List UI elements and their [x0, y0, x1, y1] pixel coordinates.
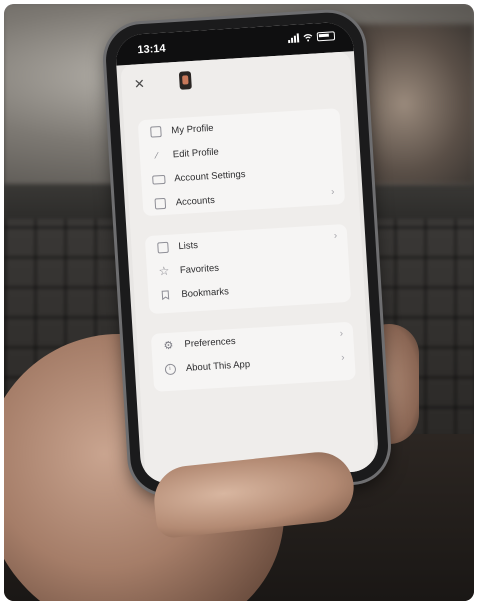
settings-card-icon — [151, 172, 166, 187]
menu-group-app: ⚙ Preferences › i About This App › — [150, 321, 356, 392]
menu-item-label: Edit Profile — [172, 146, 220, 160]
wifi-icon — [303, 33, 313, 42]
status-icons — [288, 31, 336, 44]
menu-item-label: Lists — [178, 239, 199, 252]
menu-item-label: Favorites — [179, 262, 220, 276]
battery-icon — [316, 31, 336, 42]
menu-group-lists: Lists › ☆ Favorites Bookmarks — [144, 223, 352, 315]
id-card-icon — [148, 124, 163, 139]
photo-scene: 13:14 ✕ My Profile ⁄ Edit Profile Accoun… — [4, 4, 474, 601]
menu-item-label: Accounts — [175, 194, 216, 208]
gear-icon: ⚙ — [163, 339, 174, 352]
chevron-right-icon: › — [330, 186, 335, 198]
info-icon: i — [163, 362, 178, 377]
bookmark-icon — [158, 288, 173, 303]
signal-icon — [288, 33, 300, 44]
menu-item-label: Bookmarks — [181, 285, 230, 300]
status-time: 13:14 — [137, 42, 166, 57]
list-icon — [155, 240, 170, 255]
app-logo — [178, 71, 192, 90]
menu-item-label: Account Settings — [173, 168, 246, 184]
menu-item-label: Preferences — [184, 335, 236, 350]
close-button[interactable]: ✕ — [131, 76, 148, 93]
chevron-right-icon: › — [339, 328, 344, 340]
menu-item-label: My Profile — [171, 122, 214, 136]
chevron-right-icon: › — [340, 352, 345, 364]
menu-group-profile: My Profile ⁄ Edit Profile Account Settin… — [137, 108, 346, 217]
chevron-right-icon: › — [333, 230, 338, 242]
menu-sheet: ✕ My Profile ⁄ Edit Profile Account Sett… — [120, 51, 376, 485]
star-icon: ☆ — [158, 263, 170, 279]
phone-screen: 13:14 ✕ My Profile ⁄ Edit Profile Accoun… — [114, 21, 380, 485]
phone: 13:14 ✕ My Profile ⁄ Edit Profile Accoun… — [103, 10, 391, 496]
menu-item-label: About This App — [185, 358, 251, 374]
pencil-icon: ⁄ — [155, 150, 158, 161]
building-icon — [152, 196, 167, 211]
